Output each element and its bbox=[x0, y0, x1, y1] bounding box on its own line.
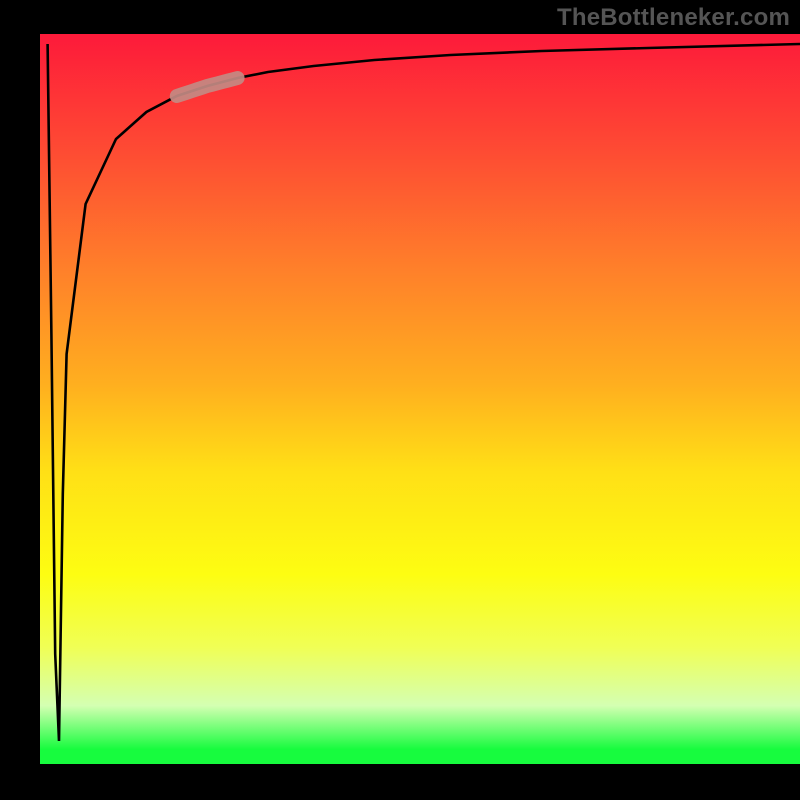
plot-area bbox=[40, 34, 800, 764]
chart-frame: TheBottleneker.com bbox=[0, 0, 800, 800]
watermark-text: TheBottleneker.com bbox=[557, 4, 790, 32]
main-curve-path bbox=[48, 44, 800, 741]
curve-svg bbox=[40, 34, 800, 764]
highlight-segment bbox=[177, 78, 238, 96]
